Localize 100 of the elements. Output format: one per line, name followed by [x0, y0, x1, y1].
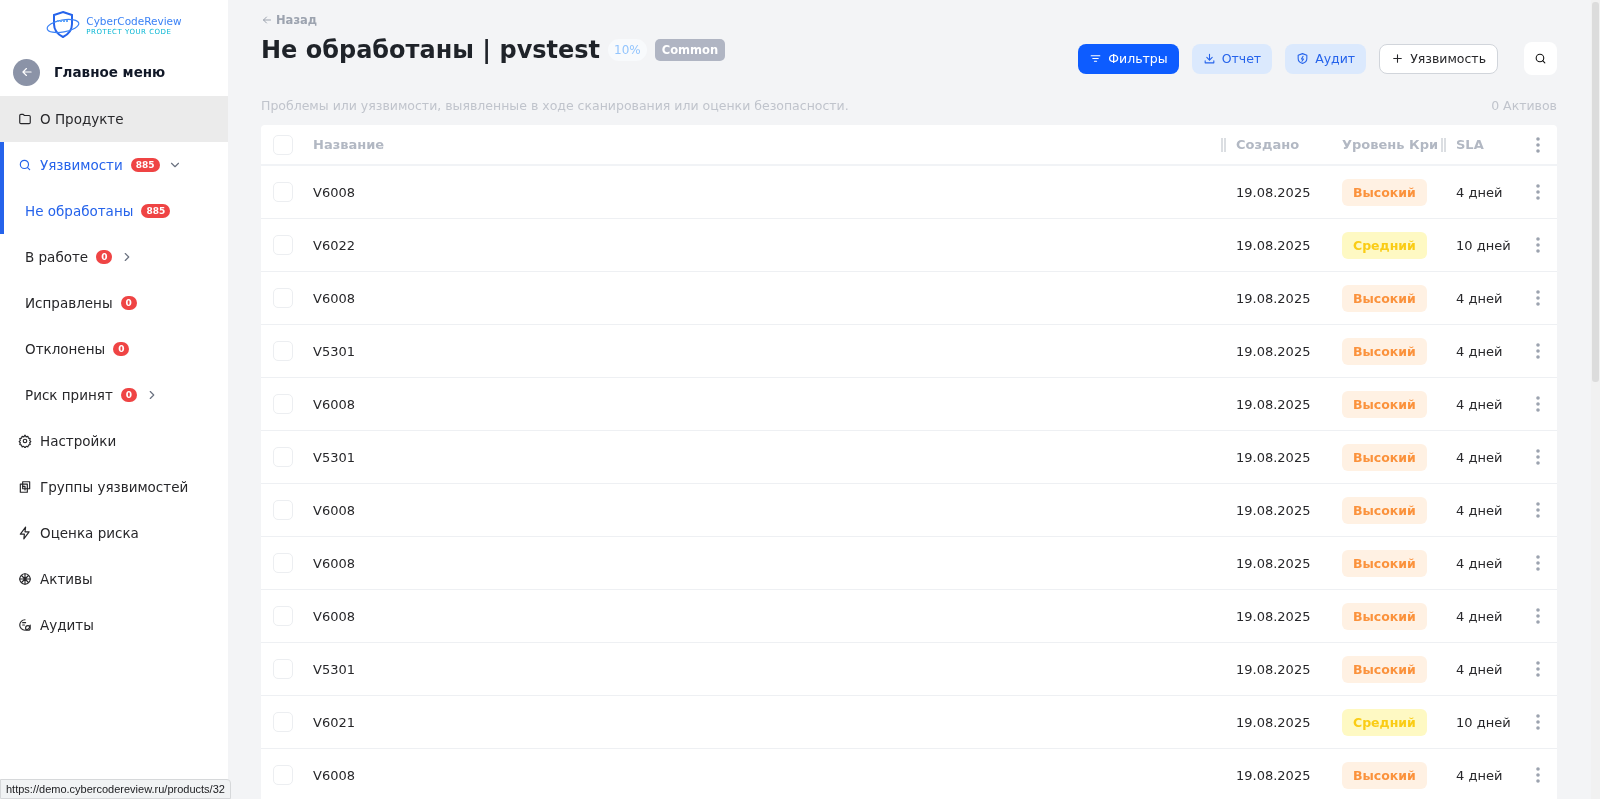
sidebar-item-label: Исправлены [25, 295, 113, 311]
plus-icon [1391, 52, 1405, 65]
table-cell-text: 4 дней [1456, 767, 1504, 783]
sidebar-item[interactable]: О Продукте [0, 96, 228, 142]
table-cell-text: V5301 [313, 343, 356, 359]
severity-tag: Высокий [1342, 602, 1427, 630]
more-icon[interactable] [1535, 449, 1540, 465]
scrollbar-thumb[interactable] [1592, 2, 1599, 382]
sidebar-subitem[interactable]: Отклонены 0 [0, 326, 228, 372]
more-icon[interactable] [1535, 396, 1540, 412]
resize-handle[interactable] [1221, 137, 1226, 152]
table-cell-text: V6008 [313, 396, 356, 412]
more-icon[interactable] [1535, 661, 1540, 677]
main-menu-label: Главное меню [54, 64, 166, 80]
count-badge: 0 [120, 388, 138, 402]
severity-tag: Высокий [1342, 390, 1427, 418]
status-url: https://demo.cybercodereview.ru/products/32 [0, 779, 231, 799]
table-cell-text: V6008 [313, 555, 356, 571]
sidebar-item[interactable]: Активы [0, 556, 228, 602]
table-cell-text: V6008 [313, 290, 356, 306]
severity-tag: Высокий [1342, 178, 1427, 206]
more-icon[interactable] [1535, 343, 1540, 359]
table-cell-text: 19.08.2025 [1236, 396, 1312, 412]
search-icon [18, 158, 32, 172]
severity-tag: Высокий [1342, 337, 1427, 365]
table-cell-text: V6008 [313, 767, 356, 783]
table-cell-text: V6021 [313, 714, 356, 730]
settings-icon [18, 434, 32, 448]
table-cell-text: 19.08.2025 [1236, 555, 1312, 571]
count-badge: 885 [141, 204, 171, 218]
sidebar-item-label: Отклонены [25, 341, 106, 357]
table-cell-text: 4 дней [1456, 608, 1504, 624]
table-cell-text: 4 дней [1456, 184, 1504, 200]
logo-name: CyberCodeReview [86, 14, 182, 28]
sidebar-item-label: Уязвимости [40, 157, 123, 173]
more-icon[interactable] [1535, 184, 1540, 200]
more-icon[interactable] [1535, 136, 1540, 153]
search-icon [1534, 52, 1547, 65]
table-cell-text: 19.08.2025 [1236, 502, 1312, 518]
sidebar-item[interactable]: Настройки [0, 418, 228, 464]
shield-icon [1296, 52, 1310, 65]
table-cell-text: 4 дней [1456, 661, 1504, 677]
sidebar-subitem[interactable]: Не обработаны 885 [0, 188, 228, 234]
count-badge: 0 [120, 296, 137, 310]
arrow-left-icon [261, 14, 273, 26]
cubes-icon [18, 480, 32, 494]
table-cell-text: 10 дней [1456, 714, 1512, 730]
sidebar-subitem[interactable]: Исправлены 0 [0, 280, 228, 326]
table-cell-text: V6008 [313, 184, 356, 200]
severity-tag: Высокий [1342, 655, 1427, 683]
table-cell-text: 4 дней [1456, 555, 1504, 571]
count-badge: 0 [96, 250, 113, 264]
count-badge: 885 [130, 158, 160, 172]
table-cell-text: 19.08.2025 [1236, 184, 1312, 200]
sidebar-item-label: Группы уязвимостей [40, 479, 189, 495]
page-title: Не обработаны | pvstest [261, 36, 601, 64]
arrow-left-icon [19, 65, 34, 79]
table-cell-text: 10 дней [1456, 237, 1512, 253]
search-button[interactable] [1524, 42, 1557, 75]
table-cell-text: 19.08.2025 [1236, 767, 1312, 783]
sidebar-item[interactable]: Группы уязвимостей [0, 464, 228, 510]
sidebar-subitem[interactable]: В работе 0 [0, 234, 228, 280]
table-cell-text: 19.08.2025 [1236, 608, 1312, 624]
sidebar-item-label: Настройки [40, 433, 117, 449]
more-icon[interactable] [1535, 714, 1540, 730]
resize-handle[interactable] [1441, 137, 1446, 152]
more-icon[interactable] [1535, 502, 1540, 518]
sidebar-subitem[interactable]: Риск принят 0 [0, 372, 228, 418]
more-icon[interactable] [1535, 290, 1540, 306]
table-cell-text: V6022 [313, 237, 356, 253]
folder-icon [18, 112, 32, 126]
table-cell-text: 19.08.2025 [1236, 237, 1312, 253]
more-icon[interactable] [1535, 608, 1540, 624]
globe-icon [18, 572, 32, 586]
severity-tag: Высокий [1342, 549, 1427, 577]
table-cell-text: V5301 [313, 661, 356, 677]
report-button[interactable]: Отчет [1191, 43, 1273, 74]
filter-button[interactable]: Фильтры [1078, 43, 1179, 74]
table-cell-text: V6008 [313, 608, 356, 624]
sidebar-item-label: Аудиты [40, 617, 94, 633]
more-icon[interactable] [1535, 555, 1540, 571]
back-button[interactable] [13, 58, 40, 86]
table-cell-text: 4 дней [1456, 396, 1504, 412]
sidebar-item[interactable]: Оценка риска [0, 510, 228, 556]
sidebar-item-label: Не обработаны [25, 203, 134, 219]
table-cell-text: 4 дней [1456, 449, 1504, 465]
table-cell-text: 4 дней [1456, 502, 1504, 518]
sidebar-item[interactable]: Уязвимости 885 [0, 142, 228, 188]
table-cell-text: V5301 [313, 449, 356, 465]
sidebar-item[interactable]: Аудиты [0, 602, 228, 648]
progress-badge: 10% [608, 39, 647, 61]
add-button[interactable]: Уязвимость [1379, 43, 1498, 74]
table-cell-text: 4 дней [1456, 343, 1504, 359]
more-icon[interactable] [1535, 767, 1540, 783]
severity-tag: Средний [1342, 231, 1427, 259]
sidebar-item-label: Оценка риска [40, 525, 139, 541]
more-icon[interactable] [1535, 237, 1540, 253]
shield-logo-icon [46, 10, 81, 40]
audit-button[interactable]: Аудит [1285, 43, 1367, 74]
table-cell-text: 4 дней [1456, 290, 1504, 306]
